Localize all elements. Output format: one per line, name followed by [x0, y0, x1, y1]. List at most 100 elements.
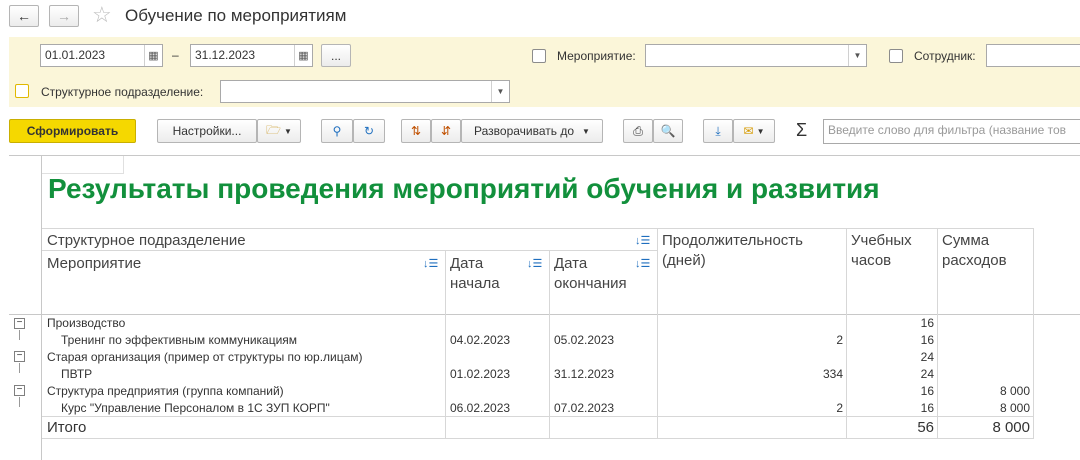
period-select-button[interactable]: ...: [321, 44, 351, 67]
expand-all-button[interactable]: ⇵: [431, 119, 461, 143]
table-row-item-name: Тренинг по эффективным коммуникациям: [61, 333, 298, 347]
table-cell-duration: 334: [822, 367, 843, 381]
printer-icon: ⎙: [633, 123, 643, 138]
table-cell-cost: 8 000: [999, 401, 1030, 415]
table-cell-hours: 16: [920, 333, 934, 347]
header-date-start: Дата начала: [450, 255, 500, 292]
forward-button[interactable]: →: [49, 5, 79, 27]
table-cell-date-start: 06.02.2023: [450, 401, 511, 415]
report-title: Результаты проведения мероприятий обучен…: [48, 173, 880, 204]
header-date-end: Дата окончания: [554, 255, 627, 292]
send-email-button[interactable]: ✉ ▼: [733, 119, 775, 143]
search-refresh-icon: ↻: [363, 124, 375, 138]
table-cell-duration: 2: [836, 401, 843, 415]
expand-to-button[interactable]: Разворачивать до ▼: [461, 119, 603, 143]
sum-icon[interactable]: Σ: [796, 120, 807, 141]
collapse-all-button[interactable]: ⇅: [401, 119, 431, 143]
gutter-divider: [41, 155, 42, 460]
sort-icon[interactable]: ↓☰: [635, 234, 650, 247]
collapse-group-toggle[interactable]: −: [14, 351, 25, 362]
generate-button[interactable]: Сформировать: [9, 119, 136, 143]
employee-label: Сотрудник:: [914, 49, 976, 63]
sort-icon[interactable]: ↓☰: [635, 257, 650, 270]
table-top-border: [42, 228, 1034, 229]
tree-line: [19, 330, 20, 340]
preview-button[interactable]: 🔍: [653, 119, 683, 143]
back-button[interactable]: ←: [9, 5, 39, 27]
table-cell-date-start: 04.02.2023: [450, 333, 511, 347]
total-label: Итого: [47, 419, 87, 436]
table-cell-date-end: 31.12.2023: [554, 367, 615, 381]
header-duration: Продолжительность (дней): [662, 232, 803, 269]
expand-icon: ⇵: [440, 124, 452, 138]
folder-icon: 🗁: [266, 122, 281, 137]
variants-button[interactable]: 🗁 ▼: [257, 119, 301, 143]
print-preview-icon: 🔍: [660, 124, 676, 138]
arrow-right-icon: →: [57, 8, 71, 24]
date-to-field[interactable]: 31.12.2023 ▦: [190, 44, 313, 67]
search-next-button[interactable]: ↻: [353, 119, 385, 143]
collapse-group-toggle[interactable]: −: [14, 385, 25, 396]
print-button[interactable]: ⎙: [623, 119, 653, 143]
dept-label: Структурное подразделение:: [41, 85, 204, 99]
total-hours: 56: [917, 419, 934, 436]
table-cell-duration: 2: [836, 333, 843, 347]
employee-checkbox[interactable]: [889, 49, 903, 63]
search-icon: ⚲: [332, 124, 342, 138]
col-divider: [1033, 228, 1034, 438]
calendar-icon[interactable]: ▦: [144, 45, 162, 66]
table-cell-date-end: 05.02.2023: [554, 333, 615, 347]
employee-field[interactable]: [986, 44, 1080, 67]
col-divider: [549, 250, 550, 438]
col-divider: [846, 228, 847, 438]
header-hours: Учебных часов: [851, 232, 912, 269]
empty-header-cell: [42, 156, 124, 174]
table-cell-hours: 16: [920, 401, 934, 415]
envelope-icon: ✉: [743, 124, 754, 138]
table-bottom-border: [42, 438, 1034, 439]
table-cell-date-start: 01.02.2023: [450, 367, 511, 381]
table-cell-hours: 24: [920, 367, 934, 381]
settings-button[interactable]: Настройки...: [157, 119, 257, 143]
chevron-down-icon[interactable]: ▼: [491, 81, 509, 102]
dept-checkbox[interactable]: [15, 84, 29, 98]
table-row-group-name: Старая организация (пример от структуры …: [47, 350, 363, 364]
event-checkbox[interactable]: [532, 49, 546, 63]
chevron-down-icon[interactable]: ▼: [848, 45, 866, 66]
table-cell-hours: 16: [920, 316, 934, 330]
table-cell-cost: 8 000: [999, 384, 1030, 398]
download-icon: ⤓: [715, 123, 721, 138]
table-cell-hours: 24: [920, 350, 934, 364]
header-bottom-border: [9, 314, 1080, 315]
event-label: Мероприятие:: [557, 49, 636, 63]
col-divider: [657, 228, 658, 438]
calendar-icon[interactable]: ▦: [294, 45, 312, 66]
header-dept: Структурное подразделение: [47, 232, 246, 249]
filter-search-input[interactable]: Введите слово для фильтра (название тов: [823, 119, 1080, 144]
col-divider: [445, 250, 446, 438]
event-field[interactable]: ▼: [645, 44, 867, 67]
table-row-item-name: ПВТР: [61, 367, 93, 381]
collapse-group-toggle[interactable]: −: [14, 318, 25, 329]
dept-field[interactable]: ▼: [220, 80, 510, 103]
table-cell-date-end: 07.02.2023: [554, 401, 615, 415]
date-from-field[interactable]: 01.01.2023 ▦: [40, 44, 163, 67]
table-row-item-name: Курс "Управление Персоналом в 1С ЗУП КОР…: [61, 401, 330, 415]
tree-line: [19, 363, 20, 373]
arrow-left-icon: ←: [17, 8, 31, 24]
col-divider: [937, 228, 938, 438]
total-top-border: [42, 416, 1034, 417]
table-row-group-name: Производство: [47, 316, 126, 330]
save-button[interactable]: ⤓: [703, 119, 733, 143]
page-title: Обучение по мероприятиям: [125, 6, 347, 25]
sort-icon[interactable]: ↓☰: [423, 257, 438, 270]
search-button[interactable]: ⚲: [321, 119, 353, 143]
date-dash: –: [172, 48, 179, 62]
table-row-group-name: Структура предприятия (группа компаний): [47, 384, 284, 398]
tree-line: [19, 397, 20, 407]
collapse-icon: ⇅: [410, 124, 422, 138]
total-cost: 8 000: [992, 419, 1030, 436]
favorite-star-icon[interactable]: ☆: [92, 2, 112, 28]
sort-icon[interactable]: ↓☰: [527, 257, 542, 270]
table-cell-hours: 16: [920, 384, 934, 398]
